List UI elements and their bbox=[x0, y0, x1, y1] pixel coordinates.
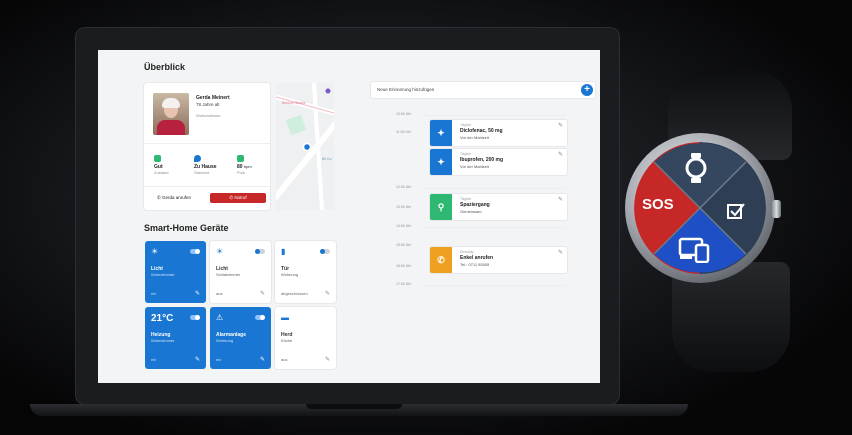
timeline-time: 10:00 Uhr bbox=[396, 112, 412, 116]
map-street-label: Berliner Straße bbox=[282, 101, 306, 105]
stove-icon: ▬ bbox=[281, 313, 289, 322]
edit-icon[interactable]: ✎ bbox=[260, 357, 265, 363]
stat-condition: Gut Zustand bbox=[154, 155, 168, 175]
phone-icon: ✆ bbox=[430, 247, 452, 273]
edit-icon[interactable]: ✎ bbox=[195, 291, 200, 297]
location-map[interactable]: Berliner Straße Bri Ku bbox=[276, 83, 334, 210]
add-reminder-label: Neue Erinnerung hinzufügen bbox=[377, 87, 435, 92]
profile-photo bbox=[153, 93, 189, 135]
edit-icon[interactable]: ✎ bbox=[558, 123, 563, 129]
pill-icon: ✦ bbox=[430, 120, 452, 146]
call-gerda-button[interactable]: ✆ Gerda anrufen bbox=[150, 193, 198, 203]
timeline-time: 14:00 Uhr bbox=[396, 224, 412, 228]
tile-light-living[interactable]: ☀ Licht Wohnzimmer ein ✎ bbox=[145, 241, 206, 303]
profile-age: 78 Jahre alt bbox=[196, 102, 220, 107]
pulse-icon bbox=[237, 155, 244, 162]
profile-detail: Wohnadresse bbox=[196, 113, 221, 118]
reminder-event[interactable]: ✦ Täglich Ibuprofen, 200 mg Vor der Mahl… bbox=[430, 149, 567, 175]
walk-icon: ⚲ bbox=[430, 194, 452, 220]
location-pin-icon bbox=[194, 155, 201, 162]
alarm-icon: ⚠ bbox=[216, 313, 224, 322]
timeline-line bbox=[420, 188, 566, 189]
phone-icon: ✆ bbox=[229, 195, 234, 200]
stat-pulse: 80 bpm Puls bbox=[237, 155, 252, 175]
heart-icon bbox=[154, 155, 161, 162]
watch-icon[interactable] bbox=[683, 153, 709, 183]
timeline-line bbox=[420, 285, 566, 286]
add-reminder-bar[interactable]: Neue Erinnerung hinzufügen bbox=[371, 82, 595, 98]
timeline-time: 11:00 Uhr bbox=[396, 130, 412, 134]
tile-heating[interactable]: 21°C Heizung Wohnzimmer ein ✎ bbox=[145, 307, 206, 369]
watch-crown[interactable] bbox=[772, 200, 781, 218]
timeline-line bbox=[420, 115, 566, 116]
plus-icon: + bbox=[584, 84, 590, 95]
add-reminder-button[interactable]: + bbox=[581, 84, 593, 96]
phone-icon: ✆ bbox=[156, 195, 161, 200]
edit-icon[interactable]: ✎ bbox=[558, 250, 563, 256]
sos-label[interactable]: SOS bbox=[642, 197, 674, 213]
timeline-time: 12:00 Uhr bbox=[396, 185, 412, 189]
pill-icon: ✦ bbox=[430, 149, 452, 175]
edit-icon[interactable]: ✎ bbox=[260, 291, 265, 297]
edit-icon[interactable]: ✎ bbox=[558, 152, 563, 158]
profile-card: Gerda Meinert 78 Jahre alt Wohnadresse G… bbox=[144, 83, 270, 210]
edit-icon[interactable]: ✎ bbox=[195, 357, 200, 363]
timeline-line bbox=[420, 227, 566, 228]
tile-door[interactable]: ▮ Tür Wohnung abgeschlossen ✎ bbox=[275, 241, 336, 303]
toggle-switch[interactable] bbox=[255, 315, 265, 320]
timeline-time: 15:00 Uhr bbox=[396, 243, 412, 247]
edit-icon[interactable]: ✎ bbox=[325, 291, 330, 297]
toggle-switch[interactable] bbox=[320, 249, 330, 254]
tile-stove[interactable]: ▬ Herd Küche aus ✎ bbox=[275, 307, 336, 369]
toggle-switch[interactable] bbox=[190, 315, 200, 320]
emergency-button[interactable]: ✆ Notruf bbox=[210, 193, 266, 203]
tile-alarm[interactable]: ⚠ Alarmanlage Wohnung ein ✎ bbox=[210, 307, 271, 369]
stat-location: Zu Hause Standort bbox=[194, 155, 217, 175]
map-area-label: Bri Ku bbox=[322, 157, 332, 161]
timeline-time: 16:00 Uhr bbox=[396, 264, 412, 268]
reminder-event[interactable]: ✦ Täglich Diclofenac, 50 mg Vor der Mahl… bbox=[430, 120, 567, 146]
overview-title: Überblick bbox=[144, 62, 186, 72]
toggle-switch[interactable] bbox=[190, 249, 200, 254]
temperature-value: 21°C bbox=[151, 313, 174, 324]
edit-icon[interactable]: ✎ bbox=[558, 197, 563, 203]
lightbulb-icon: ☀ bbox=[151, 247, 159, 256]
divider bbox=[144, 186, 270, 187]
timeline-time: 13:00 Uhr bbox=[396, 205, 412, 209]
toggle-switch[interactable] bbox=[255, 249, 265, 254]
checkbox-icon[interactable] bbox=[727, 202, 745, 220]
divider bbox=[144, 143, 270, 144]
lightbulb-icon: ☀ bbox=[216, 247, 224, 256]
reminder-event[interactable]: ⚲ Täglich Spaziergang Gemeinsam ✎ bbox=[430, 194, 567, 220]
laptop-notch bbox=[306, 404, 402, 409]
smarthome-title: Smart-Home Geräte bbox=[144, 223, 229, 233]
devices-icon[interactable] bbox=[678, 237, 710, 263]
edit-icon[interactable]: ✎ bbox=[325, 357, 330, 363]
tile-light-bedroom[interactable]: ☀ Licht Schlafzimmer aus ✎ bbox=[210, 241, 271, 303]
door-icon: ▮ bbox=[281, 247, 286, 256]
reminder-event[interactable]: ✆ Einmalig Enkel anrufen Tel.: 0711 5555… bbox=[430, 247, 567, 273]
timeline-time: 17:00 Uhr bbox=[396, 282, 412, 286]
profile-name: Gerda Meinert bbox=[196, 95, 230, 101]
